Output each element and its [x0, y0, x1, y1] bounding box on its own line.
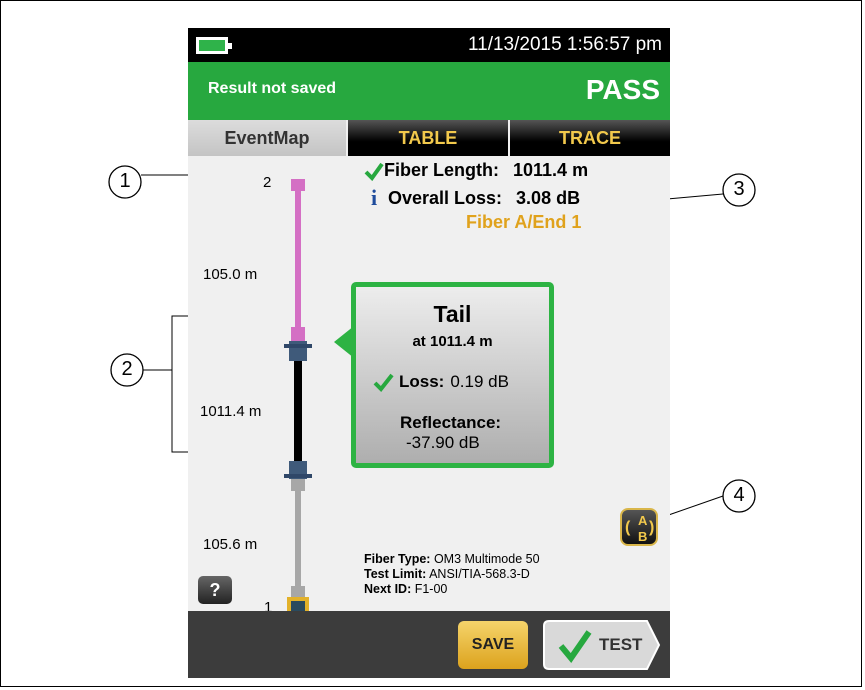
reflectance-value: -37.90 dB — [406, 433, 480, 452]
fiber-type-value: OM3 Multimode 50 — [433, 552, 540, 566]
event-map-area: 2 1 105.0 m 1011.4 m 105.6 m Fiber Lengt… — [188, 156, 670, 616]
status-bar: 11/13/2015 1:56:57 pm — [188, 28, 670, 62]
overall-loss-label: Overall Loss: — [388, 187, 503, 208]
check-icon — [373, 373, 394, 392]
callout-1-number: 1 — [119, 170, 131, 192]
end-connector-2[interactable] — [291, 179, 305, 191]
reflectance-label: Reflectance: — [400, 413, 502, 432]
fiber-length-value: 1011.4 m — [513, 160, 589, 180]
event-loss-row: Loss: 0.19 dB — [373, 372, 509, 392]
loss-label: Loss: — [399, 372, 445, 391]
help-button[interactable]: ? — [198, 576, 232, 604]
segment-2-length: 1011.4 m — [200, 403, 262, 420]
test-info: Fiber Type: OM3 Multimode 50 Test Limit:… — [364, 552, 540, 597]
test-label: TEST — [599, 635, 643, 654]
pass-verdict: PASS — [585, 74, 660, 105]
bottom-bar: SAVE TEST — [188, 611, 670, 678]
info-icon: i — [370, 185, 378, 210]
check-icon — [364, 162, 384, 181]
fiber-type-label: Fiber Type: — [364, 552, 431, 566]
connector-2-label: 2 — [263, 174, 272, 191]
callout-4-number: 4 — [733, 484, 745, 506]
swap-a-label: A — [638, 513, 648, 528]
callout-3-number: 3 — [733, 178, 745, 200]
result-bar: Result not saved PASS — [188, 62, 670, 120]
overall-loss-value: 3.08 dB — [516, 187, 581, 208]
test-button[interactable]: TEST — [543, 620, 661, 670]
save-button[interactable]: SAVE — [458, 621, 528, 669]
tab-trace[interactable]: TRACE — [510, 120, 670, 156]
tab-table[interactable]: TABLE — [348, 120, 508, 156]
fiber-segment-2[interactable] — [294, 361, 302, 469]
battery-icon — [196, 37, 232, 54]
fiber-length-row: Fiber Length: 1011.4 m — [364, 160, 588, 181]
segment-1-length: 105.0 m — [203, 266, 258, 283]
device-screen: 11/13/2015 1:56:57 pm Result not saved P… — [188, 28, 670, 678]
fiber-segment-3[interactable] — [295, 491, 301, 591]
event-reflectance-row: Reflectance: -37.90 dB — [400, 413, 549, 453]
result-status: Result not saved — [208, 80, 337, 97]
next-id-value: F1-00 — [414, 582, 448, 596]
connector-event-4[interactable] — [291, 479, 305, 491]
test-limit-value: ANSI/TIA-568.3-D — [429, 567, 530, 581]
swap-b-label: B — [638, 529, 648, 544]
swap-arrows-icon: ( — [625, 519, 631, 536]
next-id-label: Next ID: — [364, 582, 412, 596]
fiber-length-label: Fiber Length: — [384, 160, 499, 180]
test-limit-label: Test Limit: — [364, 567, 427, 581]
fiber-summary: Fiber Length: 1011.4 m i Overall Loss: 3… — [364, 160, 588, 211]
event-position: at 1011.4 m — [412, 333, 493, 350]
connector-event-1[interactable] — [291, 327, 305, 341]
callout-2-number: 2 — [121, 358, 133, 380]
segment-3-length: 105.6 m — [203, 536, 258, 553]
view-tabs: EventMap TABLE TRACE — [188, 120, 670, 156]
overall-loss-row: i Overall Loss: 3.08 dB — [364, 185, 588, 211]
date-time: 11/13/2015 1:56:57 pm — [467, 34, 662, 55]
fiber-id[interactable]: Fiber A/End 1 — [466, 212, 581, 233]
event-title: Tail — [433, 301, 472, 327]
loss-value: 0.19 dB — [450, 372, 509, 391]
event-popup[interactable]: Tail at 1011.4 m Loss: 0.19 dB Reflectan… — [351, 282, 554, 468]
swap-ends-button[interactable]: A B ( ) — [620, 508, 658, 546]
tab-eventmap[interactable]: EventMap — [188, 120, 346, 156]
fiber-segment-1[interactable] — [295, 191, 301, 329]
